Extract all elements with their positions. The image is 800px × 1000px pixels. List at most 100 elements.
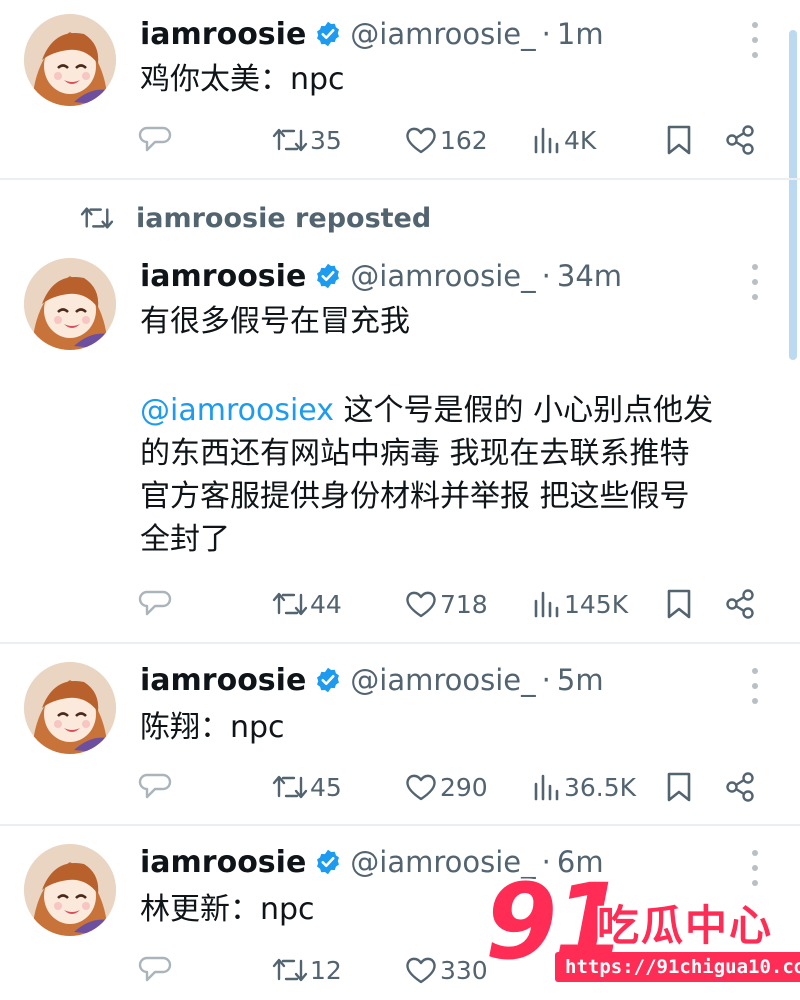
user-handle[interactable]: @iamroosie_ bbox=[350, 259, 535, 293]
mention-link[interactable]: @iamroosiex bbox=[140, 393, 334, 428]
watermark-title: 吃瓜中心 bbox=[597, 901, 774, 950]
avatar[interactable] bbox=[24, 258, 116, 350]
like-count: 330 bbox=[440, 955, 488, 985]
verified-badge-icon bbox=[314, 262, 342, 290]
bookmark-icon bbox=[667, 125, 691, 155]
repost-icon bbox=[272, 592, 308, 616]
more-options-icon[interactable] bbox=[744, 668, 766, 704]
heart-icon bbox=[406, 591, 436, 618]
user-handle[interactable]: @iamroosie_ bbox=[350, 17, 535, 51]
display-name[interactable]: iamroosie bbox=[140, 663, 306, 698]
repost-count: 44 bbox=[310, 589, 342, 619]
repost-icon bbox=[80, 207, 114, 229]
user-handle[interactable]: @iamroosie_ bbox=[350, 663, 535, 697]
repost-count: 12 bbox=[310, 955, 342, 985]
text-line: @iamroosiex 这个号是假的 小心别点他发 bbox=[140, 389, 770, 432]
bookmark-button[interactable] bbox=[665, 767, 693, 807]
reply-button[interactable] bbox=[138, 767, 172, 807]
reply-button[interactable] bbox=[138, 950, 172, 990]
bookmark-button[interactable] bbox=[665, 584, 693, 624]
view-count: 4K bbox=[564, 125, 597, 155]
text-line: 官方客服提供身份材料并举报 把这些假号 bbox=[140, 479, 690, 514]
repost-button[interactable]: 45 bbox=[272, 767, 342, 807]
more-options-icon[interactable] bbox=[744, 264, 766, 300]
tweet-actions: 45 290 36.5K bbox=[0, 767, 800, 807]
display-name[interactable]: iamroosie bbox=[140, 17, 306, 52]
tweet-2[interactable]: iamroosie @iamroosie_ · 34m 有很多假号在冒充我 @i… bbox=[0, 244, 800, 642]
verified-badge-icon bbox=[314, 666, 342, 694]
share-icon bbox=[726, 589, 754, 619]
like-count: 718 bbox=[440, 589, 488, 619]
share-icon bbox=[726, 125, 754, 155]
avatar[interactable] bbox=[24, 844, 116, 936]
separator-dot: · bbox=[541, 17, 551, 51]
tweet-actions: 35 162 4K bbox=[0, 120, 800, 160]
tweet-text: 鸡你太美：npc bbox=[140, 62, 345, 97]
heart-icon bbox=[406, 127, 436, 154]
repost-count: 35 bbox=[310, 125, 342, 155]
like-button[interactable]: 162 bbox=[404, 120, 488, 160]
repost-icon bbox=[272, 958, 308, 982]
divider bbox=[0, 178, 800, 180]
tweet-text: 陈翔：npc bbox=[140, 710, 285, 745]
tweet-header: iamroosie @iamroosie_ · 34m bbox=[140, 256, 622, 296]
avatar[interactable] bbox=[24, 14, 116, 106]
views-button[interactable]: 4K bbox=[532, 120, 596, 160]
text-line: 全封了 bbox=[140, 522, 230, 557]
avatar[interactable] bbox=[24, 662, 116, 754]
timestamp[interactable]: 1m bbox=[557, 17, 604, 51]
reply-icon bbox=[138, 590, 172, 616]
tweet-actions: 44 718 145K bbox=[0, 584, 800, 624]
like-button[interactable]: 718 bbox=[404, 584, 488, 624]
repost-icon bbox=[272, 775, 308, 799]
reply-icon bbox=[138, 956, 172, 982]
bookmark-icon bbox=[667, 589, 691, 619]
separator-dot: · bbox=[541, 259, 551, 293]
heart-icon bbox=[406, 957, 436, 984]
analytics-icon bbox=[534, 591, 559, 618]
tweet-header: iamroosie @iamroosie_ · 5m bbox=[140, 660, 604, 700]
repost-button[interactable]: 35 bbox=[272, 120, 342, 160]
views-button[interactable]: 145K bbox=[532, 584, 628, 624]
analytics-icon bbox=[534, 774, 559, 801]
more-options-icon[interactable] bbox=[744, 22, 766, 58]
timestamp[interactable]: 34m bbox=[557, 259, 622, 293]
verified-badge-icon bbox=[314, 20, 342, 48]
like-count: 290 bbox=[440, 772, 488, 802]
repost-context[interactable]: iamroosie reposted bbox=[80, 200, 431, 236]
text-segment: 这个号是假的 小心别点他发 bbox=[343, 393, 714, 428]
heart-icon bbox=[406, 774, 436, 801]
tweet-header: iamroosie @iamroosie_ · 1m bbox=[140, 14, 604, 54]
like-count: 162 bbox=[440, 125, 488, 155]
tweet-3[interactable]: iamroosie @iamroosie_ · 5m 陈翔：npc 45 290… bbox=[0, 644, 800, 824]
repost-label: iamroosie reposted bbox=[136, 202, 432, 234]
bookmark-button[interactable] bbox=[665, 120, 693, 160]
reply-icon bbox=[138, 126, 172, 152]
share-icon bbox=[726, 772, 754, 802]
view-count: 145K bbox=[564, 589, 629, 619]
repost-icon bbox=[272, 128, 308, 152]
repost-button[interactable]: 44 bbox=[272, 584, 342, 624]
views-button[interactable]: 36.5K bbox=[532, 767, 636, 807]
repost-button[interactable]: 12 bbox=[272, 950, 342, 990]
reply-icon bbox=[138, 773, 172, 799]
share-button[interactable] bbox=[724, 584, 756, 624]
display-name[interactable]: iamroosie bbox=[140, 259, 306, 294]
like-button[interactable]: 330 bbox=[404, 950, 488, 990]
view-count: 36.5K bbox=[564, 772, 637, 802]
share-button[interactable] bbox=[724, 120, 756, 160]
display-name[interactable]: iamroosie bbox=[140, 845, 306, 880]
like-button[interactable]: 290 bbox=[404, 767, 488, 807]
analytics-icon bbox=[534, 127, 559, 154]
watermark-logo: 91 吃瓜中心 https://91chigua10.com bbox=[485, 870, 800, 990]
share-button[interactable] bbox=[724, 767, 756, 807]
tweet-1[interactable]: iamroosie @iamroosie_ · 1m 鸡你太美：npc 35 1… bbox=[0, 0, 800, 178]
separator-dot: · bbox=[541, 663, 551, 697]
text-line: 的东西还有网站中病毒 我现在去联系推特 bbox=[140, 436, 690, 471]
repost-count: 45 bbox=[310, 772, 342, 802]
reply-button[interactable] bbox=[138, 584, 172, 624]
text-line: 有很多假号在冒充我 bbox=[140, 304, 410, 339]
reply-button[interactable] bbox=[138, 120, 172, 160]
timestamp[interactable]: 5m bbox=[557, 663, 604, 697]
tweet-text: 有很多假号在冒充我 @iamroosiex 这个号是假的 小心别点他发 的东西还… bbox=[140, 300, 770, 561]
